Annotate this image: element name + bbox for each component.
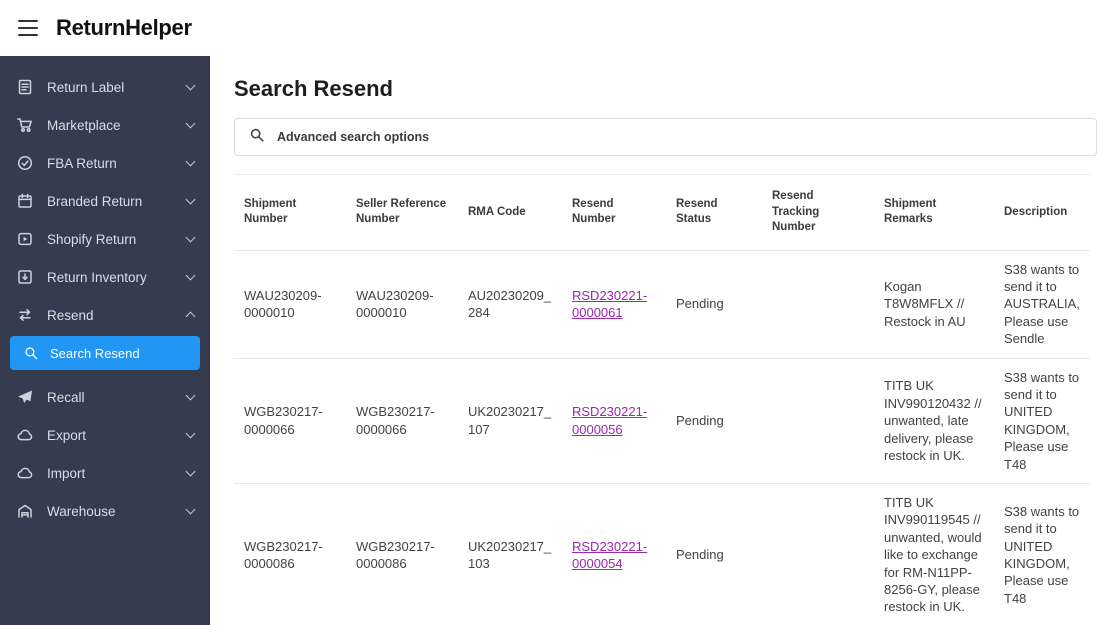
resend-icon <box>16 306 34 324</box>
export-cloud-icon <box>16 426 34 444</box>
col-header-rma-code: RMA Code <box>468 205 526 218</box>
cell-rma-code: UK20230217_103 <box>458 483 562 625</box>
col-header-shipment-number: Shipment Number <box>244 197 297 226</box>
chevron-down-icon <box>185 156 196 167</box>
resend-table-wrap: Shipment Number Seller Reference Number RM… <box>234 174 1103 625</box>
shopify-return-icon <box>16 230 34 248</box>
cell-resend-status: Pending <box>666 357 762 484</box>
chevron-down-icon <box>185 270 196 281</box>
chevron-down-icon <box>185 428 196 439</box>
sidebar-item-label: Shopify Return <box>47 231 137 247</box>
resend-number-link[interactable]: RSD230221-0000056 <box>572 404 647 436</box>
sidebar-item-export[interactable]: Export <box>0 416 210 454</box>
cell-shipment-number: WGB230217-0000066 <box>234 357 346 484</box>
layout: Return Label Marketplace FBA Return Branded… <box>0 56 1109 625</box>
sidebar-item-label: Import <box>47 465 86 481</box>
chevron-down-icon <box>185 390 196 401</box>
topbar: ReturnHelper <box>0 0 1109 56</box>
fba-return-icon <box>16 154 34 172</box>
cell-description: S38 wants to send it to UNITED KINGDOM, … <box>994 483 1090 625</box>
sidebar-item-marketplace[interactable]: Marketplace <box>0 106 210 144</box>
cell-resend-tracking-number <box>762 483 874 625</box>
sidebar-item-branded-return[interactable]: Branded Return <box>0 182 210 220</box>
app-logo: ReturnHelper <box>56 15 192 40</box>
sidebar-subitem-label: Search Resend <box>50 345 140 361</box>
resend-number-link[interactable]: RSD230221-0000054 <box>572 539 647 571</box>
col-header-resend-tracking-number: Resend Tracking Number <box>772 190 820 234</box>
advanced-search-label: Advanced search options <box>277 130 430 144</box>
advanced-search-bar[interactable]: Advanced search options <box>234 118 1097 156</box>
cell-rma-code: AU20230209_284 <box>458 249 562 359</box>
resend-table: Shipment Number Seller Reference Number RM… <box>234 174 1090 625</box>
table-row: WGB230217-0000086 WGB230217-0000086 UK2023… <box>234 483 1090 625</box>
cell-description: S38 wants to send it to UNITED KINGDOM, … <box>994 357 1090 484</box>
branded-return-icon <box>16 192 34 210</box>
sidebar-item-recall[interactable]: Recall <box>0 378 210 416</box>
chevron-down-icon <box>185 504 196 515</box>
col-header-resend-status: Resend Status <box>676 197 718 226</box>
col-header-shipment-remarks: Shipment Remarks <box>884 197 937 226</box>
table-body: WAU230209-0000010 WAU230209-0000010 AU2023… <box>234 249 1090 625</box>
cell-rma-code: UK20230217_107 <box>458 357 562 484</box>
sidebar-item-label: Branded Return <box>47 193 143 209</box>
sidebar-item-shopify-return[interactable]: Shopify Return <box>0 220 210 258</box>
cell-resend-status: Pending <box>666 483 762 625</box>
warehouse-icon <box>16 502 34 520</box>
cell-resend-number: RSD230221-0000054 <box>562 483 666 625</box>
chevron-down-icon <box>185 194 196 205</box>
sidebar-item-label: Return Label <box>47 79 125 95</box>
page-title: Search Resend <box>234 76 393 101</box>
cell-resend-status: Pending <box>666 249 762 359</box>
sidebar-item-fba-return[interactable]: FBA Return <box>0 144 210 182</box>
cell-description: S38 wants to send it to AUSTRALIA, Pleas… <box>994 249 1090 359</box>
table-row: WGB230217-0000066 WGB230217-0000066 UK2023… <box>234 357 1090 484</box>
table-row: WAU230209-0000010 WAU230209-0000010 AU2023… <box>234 249 1090 359</box>
sidebar-item-return-inventory[interactable]: Return Inventory <box>0 258 210 296</box>
col-header-resend-number: Resend Number <box>572 197 616 226</box>
sidebar-item-return-label[interactable]: Return Label <box>0 68 210 106</box>
col-header-description: Description <box>1004 205 1068 218</box>
cell-seller-reference-number: WGB230217-0000086 <box>346 483 458 625</box>
search-icon <box>249 127 265 148</box>
chevron-up-icon <box>185 311 196 322</box>
cell-shipment-number: WGB230217-0000086 <box>234 483 346 625</box>
resend-number-link[interactable]: RSD230221-0000061 <box>572 288 647 320</box>
cell-resend-tracking-number <box>762 357 874 484</box>
search-icon <box>22 344 40 362</box>
cell-resend-tracking-number <box>762 249 874 359</box>
import-cloud-icon <box>16 464 34 482</box>
cell-shipment-number: WAU230209-0000010 <box>234 249 346 359</box>
sidebar-item-import[interactable]: Import <box>0 454 210 492</box>
sidebar: Return Label Marketplace FBA Return Branded… <box>0 56 210 625</box>
table-header-row: Shipment Number Seller Reference Number RM… <box>234 175 1090 251</box>
cell-shipment-remarks: Kogan T8W8MFLX // Restock in AU <box>874 249 994 359</box>
sidebar-item-label: Warehouse <box>47 503 116 519</box>
recall-plane-icon <box>16 388 34 406</box>
cell-seller-reference-number: WAU230209-0000010 <box>346 249 458 359</box>
cell-resend-number: RSD230221-0000061 <box>562 249 666 359</box>
hamburger-menu-icon[interactable] <box>18 20 38 36</box>
chevron-down-icon <box>185 80 196 91</box>
cell-shipment-remarks: TITB UK INV990120432 // unwanted, late d… <box>874 357 994 484</box>
sidebar-item-label: Recall <box>47 389 85 405</box>
sidebar-item-resend[interactable]: Resend <box>0 296 210 334</box>
cell-resend-number: RSD230221-0000056 <box>562 357 666 484</box>
chevron-down-icon <box>185 232 196 243</box>
sidebar-subitem-search-resend-active[interactable]: Search Resend <box>10 336 200 370</box>
cell-shipment-remarks: TITB UK INV990119545 // unwanted, would … <box>874 483 994 625</box>
return-label-icon <box>16 78 34 96</box>
main-content: Search Resend Advanced search options Sh… <box>210 56 1109 625</box>
sidebar-item-label: Return Inventory <box>47 269 147 285</box>
cell-seller-reference-number: WGB230217-0000066 <box>346 357 458 484</box>
sidebar-item-label: Export <box>47 427 87 443</box>
chevron-down-icon <box>185 466 196 477</box>
chevron-down-icon <box>185 118 196 129</box>
return-inventory-icon <box>16 268 34 286</box>
sidebar-item-warehouse[interactable]: Warehouse <box>0 492 210 530</box>
sidebar-item-label: Marketplace <box>47 117 121 133</box>
col-header-seller-reference-number: Seller Reference Number <box>356 197 447 226</box>
sidebar-item-label: Resend <box>47 307 94 323</box>
marketplace-cart-icon <box>16 116 34 134</box>
sidebar-item-label: FBA Return <box>47 155 117 171</box>
